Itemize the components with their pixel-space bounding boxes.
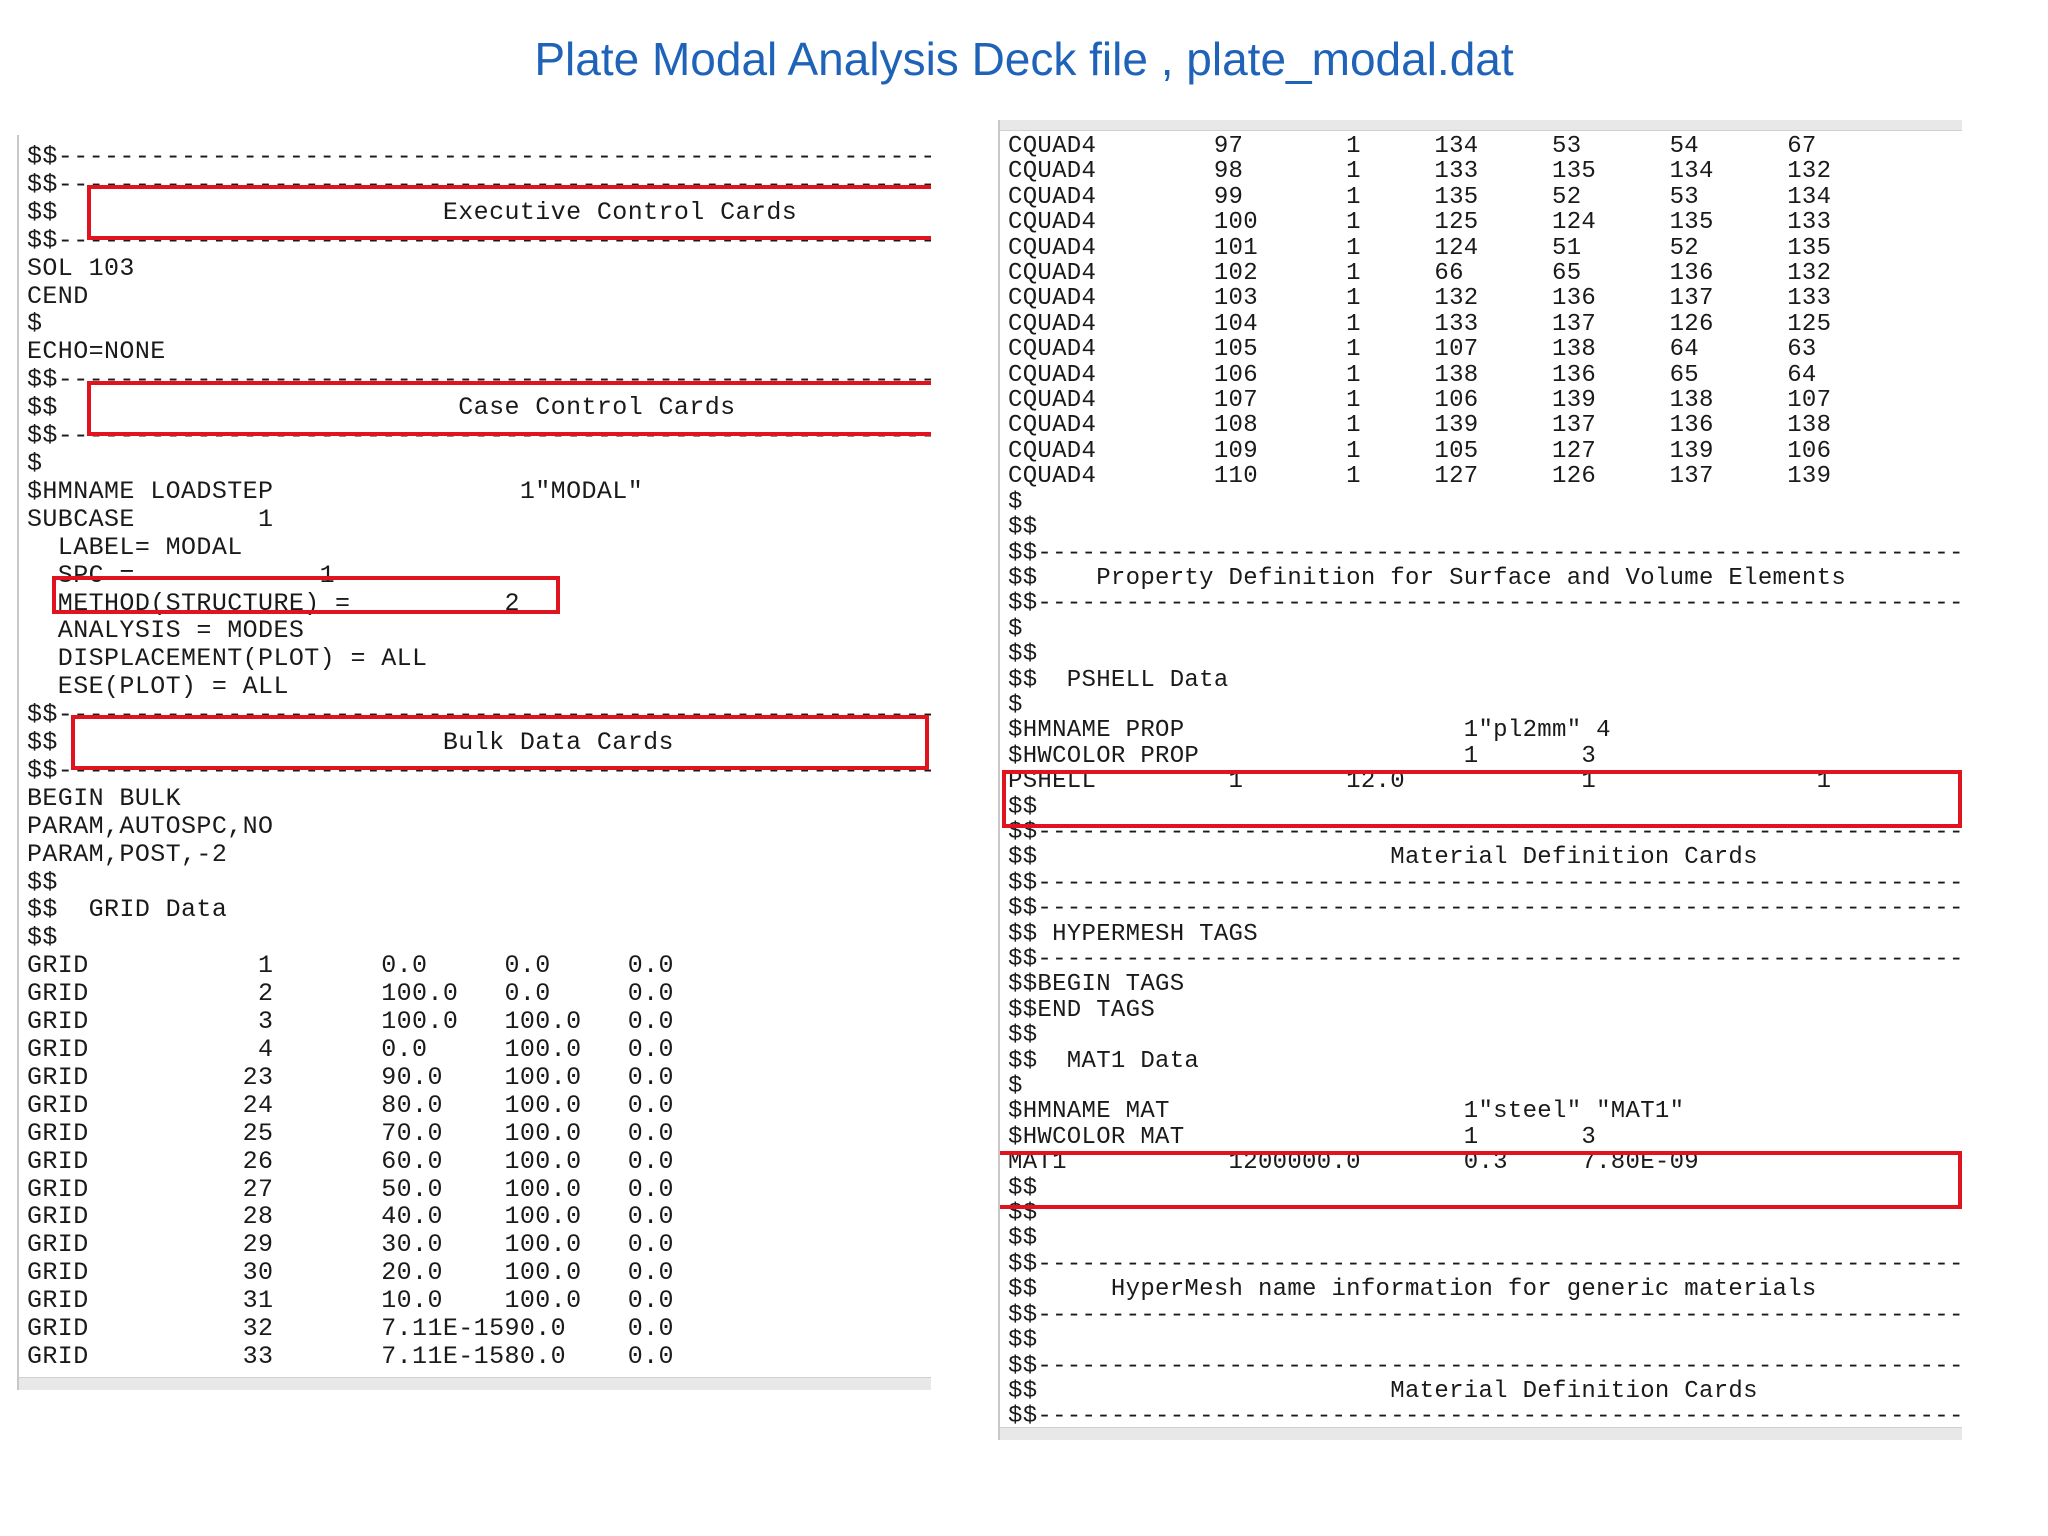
- deck-line: CQUAD4 110 1 127 126 137 139: [1008, 463, 1832, 491]
- deck-line: $$--------------------------------------…: [1008, 869, 1962, 897]
- deck-line: GRID 32 7.11E-1590.0 0.0: [27, 1314, 674, 1344]
- deck-line: GRID 3 100.0 100.0 0.0: [27, 1007, 674, 1037]
- deck-line: $$ MAT1 Data: [1008, 1047, 1200, 1075]
- deck-line: $$--------------------------------------…: [27, 142, 931, 171]
- mat1-highlight: [1000, 1151, 1962, 1209]
- right-top-ruler: [1000, 120, 1962, 131]
- left-deck-panel[interactable]: $$--------------------------------------…: [17, 135, 931, 1390]
- deck-line: $HMNAME LOADSTEP 1"MODAL": [27, 476, 644, 506]
- slide-title: Plate Modal Analysis Deck file , plate_m…: [534, 33, 1514, 85]
- deck-line: GRID 31 10.0 100.0 0.0: [27, 1286, 674, 1316]
- deck-line: $$--------------------------------------…: [1008, 1403, 1962, 1431]
- deck-line: $$: [1008, 641, 1038, 669]
- deck-line: CQUAD4 108 1 139 137 136 138: [1008, 412, 1832, 440]
- deck-line: CQUAD4 105 1 107 138 64 63: [1008, 336, 1817, 364]
- right-horizontal-scrollbar[interactable]: [1000, 1427, 1962, 1440]
- deck-line: LABEL= MODAL: [27, 532, 243, 562]
- deck-line: $$--------------------------------------…: [1008, 895, 1962, 923]
- deck-line: ECHO=NONE: [27, 337, 166, 367]
- deck-line: GRID 1 0.0 0.0 0.0: [27, 951, 674, 981]
- deck-line: CQUAD4 101 1 124 51 52 135: [1008, 234, 1832, 262]
- deck-line: CQUAD4 107 1 106 139 138 107: [1008, 387, 1832, 415]
- deck-line: $HMNAME PROP 1"pl2mm" 4: [1008, 717, 1611, 745]
- deck-line: CEND: [27, 281, 89, 311]
- deck-line: $HMNAME MAT 1"steel" "MAT1": [1008, 1098, 1685, 1126]
- deck-line: BEGIN BULK: [27, 783, 182, 813]
- deck-line: CQUAD4 97 1 134 53 54 67: [1008, 133, 1817, 160]
- deck-line: $$ PSHELL Data: [1008, 666, 1229, 694]
- deck-line: CQUAD4 109 1 105 127 139 106: [1008, 437, 1832, 465]
- deck-line: $: [27, 309, 43, 339]
- deck-line: $$--------------------------------------…: [1008, 1250, 1962, 1278]
- deck-line: CQUAD4 102 1 66 65 136 132: [1008, 260, 1832, 288]
- executive-control-highlight: [87, 185, 931, 240]
- deck-line: $HWCOLOR PROP 1 3: [1008, 742, 1597, 770]
- deck-line: GRID 24 80.0 100.0 0.0: [27, 1090, 674, 1120]
- bulk-data-highlight: [71, 715, 929, 770]
- deck-line: GRID 23 90.0 100.0 0.0: [27, 1062, 674, 1092]
- deck-line: CQUAD4 98 1 133 135 134 132: [1008, 158, 1832, 186]
- deck-line: GRID 30 20.0 100.0 0.0: [27, 1258, 674, 1288]
- deck-line: PARAM,AUTOSPC,NO: [27, 811, 274, 841]
- deck-line: GRID 27 50.0 100.0 0.0: [27, 1174, 674, 1204]
- deck-line: CQUAD4 103 1 132 136 137 133: [1008, 285, 1832, 313]
- deck-line: DISPLACEMENT(PLOT) = ALL: [27, 644, 428, 674]
- deck-line: $$BEGIN TAGS: [1008, 971, 1185, 999]
- deck-line: GRID 4 0.0 100.0 0.0: [27, 1035, 674, 1064]
- deck-line: $$ Material Definition Cards: [1008, 844, 1758, 872]
- deck-line: $: [1008, 488, 1023, 516]
- deck-line: CQUAD4 100 1 125 124 135 133: [1008, 209, 1832, 237]
- deck-line: $$: [1008, 1327, 1038, 1355]
- deck-line: GRID 26 60.0 100.0 0.0: [27, 1146, 674, 1176]
- deck-line: $$ Property Definition for Surface and V…: [1008, 564, 1847, 592]
- deck-line: SUBCASE 1: [27, 504, 274, 534]
- deck-line: $$END TAGS: [1008, 996, 1156, 1024]
- deck-line: $$: [1008, 514, 1038, 542]
- deck-line: $$--------------------------------------…: [1008, 590, 1962, 618]
- deck-line: CQUAD4 99 1 135 52 53 134: [1008, 183, 1832, 211]
- right-deck-panel[interactable]: CQUAD4 97 1 134 53 54 67 CQUAD4 98 1 133 …: [998, 120, 1962, 1440]
- deck-line: $$ HyperMesh name information for generi…: [1008, 1276, 1817, 1304]
- deck-line: ESE(PLOT) = ALL: [27, 672, 289, 702]
- deck-line: GRID 2 100.0 0.0 0.0: [27, 979, 674, 1009]
- deck-line: GRID 28 40.0 100.0 0.0: [27, 1202, 674, 1232]
- deck-line: $$: [1008, 1225, 1038, 1253]
- deck-line: $$--------------------------------------…: [1008, 946, 1962, 973]
- deck-line: GRID 25 70.0 100.0 0.0: [27, 1118, 674, 1148]
- deck-line: $$: [1008, 1022, 1038, 1050]
- deck-line: $$ HYPERMESH TAGS: [1008, 920, 1258, 948]
- case-control-highlight: [87, 381, 931, 436]
- deck-line: PARAM,POST,-2: [27, 839, 228, 869]
- deck-line: $: [1008, 1073, 1023, 1101]
- deck-line: ANALYSIS = MODES: [27, 616, 305, 646]
- deck-line: $$: [27, 867, 58, 897]
- left-horizontal-scrollbar[interactable]: [19, 1377, 931, 1390]
- method-highlight: [52, 576, 560, 614]
- pshell-highlight: [1002, 770, 1962, 828]
- deck-line: $$ Material Definition Cards: [1008, 1377, 1758, 1405]
- deck-line: $$--------------------------------------…: [1008, 1352, 1962, 1380]
- deck-line: GRID 33 7.11E-1580.0 0.0: [27, 1341, 674, 1371]
- deck-line: $$--------------------------------------…: [1008, 539, 1962, 567]
- deck-line: $: [27, 448, 43, 478]
- deck-line: $$--------------------------------------…: [1008, 1301, 1962, 1329]
- deck-line: $: [1008, 691, 1023, 719]
- deck-line: $$ GRID Data: [27, 895, 228, 925]
- deck-line: SOL 103: [27, 253, 135, 283]
- deck-line: $$: [27, 923, 58, 953]
- deck-line: CQUAD4 106 1 138 136 65 64: [1008, 361, 1817, 389]
- deck-line: CQUAD4 104 1 133 137 126 125: [1008, 310, 1832, 338]
- deck-line: $HWCOLOR MAT 1 3: [1008, 1123, 1597, 1151]
- deck-line: GRID 29 30.0 100.0 0.0: [27, 1230, 674, 1260]
- deck-line: $: [1008, 615, 1023, 643]
